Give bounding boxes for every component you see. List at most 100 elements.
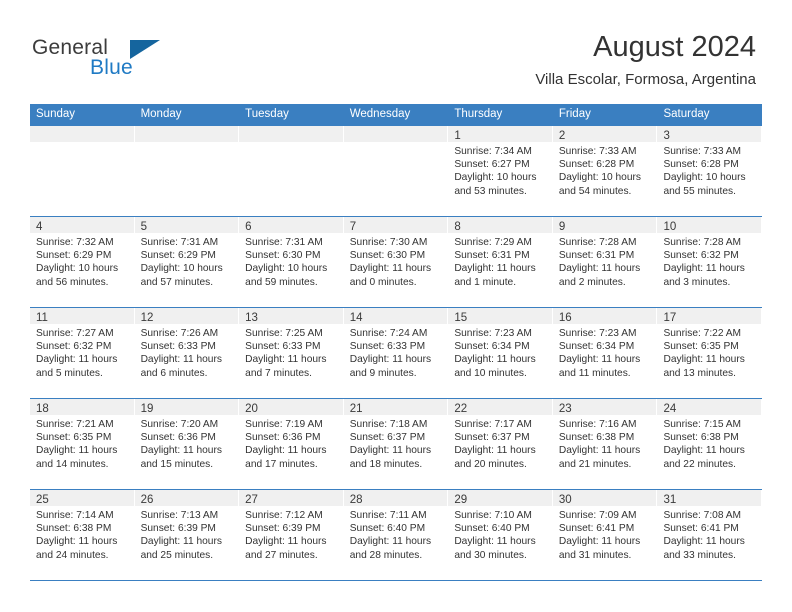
calendar-day-cell[interactable]: 5 Sunrise: 7:31 AM Sunset: 6:29 PM Daylight… xyxy=(134,217,240,307)
day-number: 11 xyxy=(36,312,48,324)
day-number: 14 xyxy=(349,312,363,324)
calendar-day-cell[interactable]: 17 Sunrise: 7:22 AM Sunset: 6:35 PM Dayligh… xyxy=(657,308,763,398)
calendar-day-cell[interactable]: 10 Sunrise: 7:28 AM Sunset: 6:32 PM Dayligh… xyxy=(657,217,763,307)
sunset-text: Sunset: 6:29 PM xyxy=(140,250,216,262)
daylight-text: Daylight: 11 hours and 15 minutes. xyxy=(140,445,222,470)
daylight-text: Daylight: 11 hours and 3 minutes. xyxy=(663,263,745,288)
calendar-day-cell[interactable]: 15 Sunrise: 7:23 AM Sunset: 6:34 PM Dayligh… xyxy=(448,308,553,398)
day-number-band xyxy=(343,126,448,142)
day-details: Sunrise: 7:29 AM Sunset: 6:31 PM Daylight:… xyxy=(448,233,552,289)
page-header: General Blue August 2024 Villa Escolar, … xyxy=(0,0,792,100)
sunrise-text: Sunrise: 7:14 AM xyxy=(36,510,114,521)
calendar-day-cell[interactable]: 23 Sunrise: 7:16 AM Sunset: 6:38 PM Dayligh… xyxy=(552,399,658,489)
day-number: 6 xyxy=(245,221,252,233)
day-details: Sunrise: 7:31 AM Sunset: 6:29 PM Daylight:… xyxy=(135,233,239,289)
sunrise-text: Sunrise: 7:28 AM xyxy=(558,237,637,248)
day-details: Sunrise: 7:18 AM Sunset: 6:37 PM Daylight:… xyxy=(344,415,448,471)
weekday-header-row: Sunday Monday Tuesday Wednesday Thursday… xyxy=(30,104,762,125)
calendar-day-cell[interactable]: 11 Sunrise: 7:27 AM Sunset: 6:32 PM Dayligh… xyxy=(30,308,135,398)
daylight-text: Daylight: 11 hours and 9 minutes. xyxy=(349,354,432,379)
day-details: Sunrise: 7:33 AM Sunset: 6:28 PM Daylight:… xyxy=(553,142,657,198)
day-number: 16 xyxy=(558,312,572,324)
calendar-day-cell[interactable]: 8 Sunrise: 7:29 AM Sunset: 6:31 PM Daylight… xyxy=(448,217,553,307)
calendar-day-cell[interactable]: 7 Sunrise: 7:30 AM Sunset: 6:30 PM Daylight… xyxy=(343,217,449,307)
day-number: 25 xyxy=(36,494,49,506)
calendar-day-cell[interactable]: 18 Sunrise: 7:21 AM Sunset: 6:35 PM Dayligh… xyxy=(30,399,135,489)
day-number: 4 xyxy=(36,221,43,233)
day-number-band: 25 xyxy=(30,490,134,506)
weekday-header-friday: Friday xyxy=(558,108,591,120)
day-details: Sunrise: 7:28 AM Sunset: 6:31 PM Daylight:… xyxy=(553,233,657,289)
calendar-day-cell[interactable]: 3 Sunrise: 7:33 AM Sunset: 6:28 PM Daylight… xyxy=(657,126,763,216)
day-number-band: 6 xyxy=(239,217,343,233)
weekday-header-thursday: Thursday xyxy=(454,108,503,120)
day-details: Sunrise: 7:17 AM Sunset: 6:37 PM Daylight:… xyxy=(448,415,552,471)
logo-triangle-icon xyxy=(130,40,160,59)
daylight-text: Daylight: 11 hours and 21 minutes. xyxy=(558,445,641,470)
daylight-text: Daylight: 10 hours and 59 minutes. xyxy=(245,263,328,288)
calendar-day-cell[interactable]: 26 Sunrise: 7:13 AM Sunset: 6:39 PM Dayligh… xyxy=(134,490,240,580)
calendar-day-cell[interactable]: 29 Sunrise: 7:10 AM Sunset: 6:40 PM Dayligh… xyxy=(448,490,553,580)
day-number: 21 xyxy=(349,403,363,415)
calendar-day-cell[interactable]: 24 Sunrise: 7:15 AM Sunset: 6:38 PM Dayligh… xyxy=(657,399,763,489)
sunset-text: Sunset: 6:38 PM xyxy=(36,523,112,535)
day-number: 22 xyxy=(454,403,468,415)
sunset-text: Sunset: 6:33 PM xyxy=(349,341,426,353)
calendar-day-cell[interactable]: 21 Sunrise: 7:18 AM Sunset: 6:37 PM Dayligh… xyxy=(343,399,449,489)
sunset-text: Sunset: 6:29 PM xyxy=(36,250,112,262)
day-details: Sunrise: 7:10 AM Sunset: 6:40 PM Daylight:… xyxy=(448,506,552,562)
day-details: Sunrise: 7:33 AM Sunset: 6:28 PM Daylight:… xyxy=(657,142,761,198)
calendar-day-cell[interactable]: 6 Sunrise: 7:31 AM Sunset: 6:30 PM Daylight… xyxy=(239,217,344,307)
calendar-day-cell[interactable]: 12 Sunrise: 7:26 AM Sunset: 6:33 PM Dayligh… xyxy=(134,308,240,398)
sunset-text: Sunset: 6:36 PM xyxy=(140,432,216,444)
day-number-band: 12 xyxy=(134,308,239,324)
sunrise-text: Sunrise: 7:26 AM xyxy=(140,328,219,339)
calendar-day-cell[interactable]: 16 Sunrise: 7:23 AM Sunset: 6:34 PM Dayligh… xyxy=(552,308,658,398)
day-number-band: 28 xyxy=(343,490,448,506)
day-number-band: 8 xyxy=(448,217,552,233)
calendar-week-row: 18 Sunrise: 7:21 AM Sunset: 6:35 PM Dayligh… xyxy=(30,398,763,489)
calendar-day-cell[interactable]: 13 Sunrise: 7:25 AM Sunset: 6:33 PM Dayligh… xyxy=(239,308,344,398)
calendar-day-cell[interactable]: 14 Sunrise: 7:24 AM Sunset: 6:33 PM Dayligh… xyxy=(343,308,449,398)
calendar-day-cell[interactable]: 28 Sunrise: 7:11 AM Sunset: 6:40 PM Dayligh… xyxy=(343,490,449,580)
calendar-day-cell[interactable]: 9 Sunrise: 7:28 AM Sunset: 6:31 PM Daylight… xyxy=(552,217,658,307)
day-details: Sunrise: 7:16 AM Sunset: 6:38 PM Daylight:… xyxy=(553,415,657,471)
sunset-text: Sunset: 6:28 PM xyxy=(558,159,635,171)
sunrise-text: Sunrise: 7:23 AM xyxy=(558,328,637,339)
calendar-day-cell[interactable]: 19 Sunrise: 7:20 AM Sunset: 6:36 PM Dayligh… xyxy=(134,399,240,489)
calendar-day-cell[interactable]: 4 Sunrise: 7:32 AM Sunset: 6:29 PM Daylight… xyxy=(30,217,135,307)
day-number-band: 27 xyxy=(239,490,343,506)
sunset-text: Sunset: 6:35 PM xyxy=(663,341,739,353)
day-number-band: 26 xyxy=(134,490,239,506)
sunrise-text: Sunrise: 7:16 AM xyxy=(558,419,637,430)
daylight-text: Daylight: 11 hours and 30 minutes. xyxy=(454,536,536,561)
day-details: Sunrise: 7:19 AM Sunset: 6:36 PM Daylight:… xyxy=(239,415,343,471)
daylight-text: Daylight: 11 hours and 28 minutes. xyxy=(349,536,432,561)
sunset-text: Sunset: 6:36 PM xyxy=(245,432,321,444)
sunrise-text: Sunrise: 7:27 AM xyxy=(36,328,114,339)
sunrise-text: Sunrise: 7:20 AM xyxy=(140,419,219,430)
day-number: 2 xyxy=(558,130,566,142)
calendar-day-cell[interactable]: 31 Sunrise: 7:08 AM Sunset: 6:41 PM Dayligh… xyxy=(657,490,763,580)
daylight-text: Daylight: 11 hours and 11 minutes. xyxy=(558,354,641,379)
calendar-day-cell[interactable]: 25 Sunrise: 7:14 AM Sunset: 6:38 PM Dayligh… xyxy=(30,490,135,580)
sunrise-text: Sunrise: 7:24 AM xyxy=(349,328,428,339)
daylight-text: Daylight: 11 hours and 2 minutes. xyxy=(558,263,641,288)
calendar-day-cell[interactable]: 2 Sunrise: 7:33 AM Sunset: 6:28 PM Daylight… xyxy=(552,126,658,216)
day-number-band: 17 xyxy=(657,308,762,324)
day-number: 28 xyxy=(349,494,363,506)
daylight-text: Daylight: 10 hours and 55 minutes. xyxy=(663,172,746,197)
calendar-week-row: 25 Sunrise: 7:14 AM Sunset: 6:38 PM Dayligh… xyxy=(30,489,763,581)
daylight-text: Daylight: 11 hours and 20 minutes. xyxy=(454,445,536,470)
day-number: 24 xyxy=(663,403,677,415)
day-number: 26 xyxy=(140,494,154,506)
calendar-day-cell[interactable]: 30 Sunrise: 7:09 AM Sunset: 6:41 PM Dayligh… xyxy=(552,490,658,580)
day-number-band: 21 xyxy=(343,399,448,415)
sunrise-text: Sunrise: 7:25 AM xyxy=(245,328,323,339)
calendar-day-cell[interactable]: 1 Sunrise: 7:34 AM Sunset: 6:27 PM Daylight… xyxy=(448,126,553,216)
calendar-day-cell[interactable]: 22 Sunrise: 7:17 AM Sunset: 6:37 PM Dayligh… xyxy=(448,399,553,489)
calendar-day-cell[interactable]: 27 Sunrise: 7:12 AM Sunset: 6:39 PM Dayligh… xyxy=(239,490,344,580)
daylight-text: Daylight: 10 hours and 56 minutes. xyxy=(36,263,119,288)
calendar-day-cell[interactable]: 20 Sunrise: 7:19 AM Sunset: 6:36 PM Dayligh… xyxy=(239,399,344,489)
logo-general-blue[interactable]: General Blue xyxy=(32,36,232,86)
